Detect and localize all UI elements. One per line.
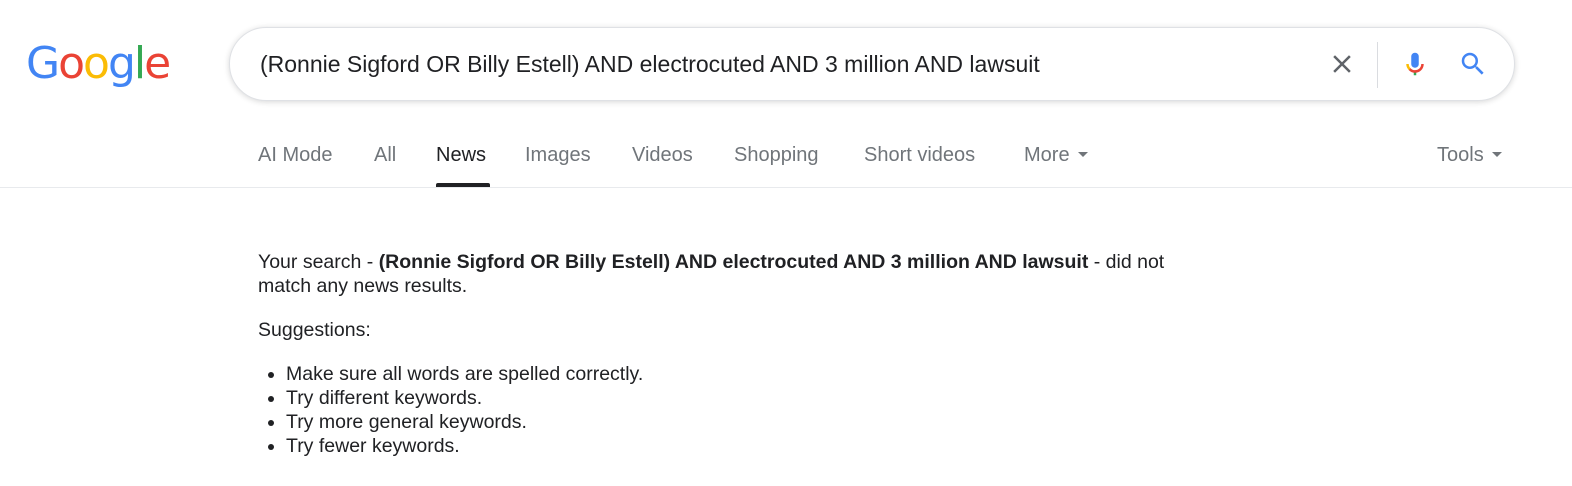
tab-short-videos[interactable]: Short videos [864,144,975,167]
logo-letter-5: l [133,38,146,89]
close-icon [1333,55,1351,73]
suggestion-item: Make sure all words are spelled correctl… [286,362,1198,386]
tab-ai-mode[interactable]: AI Mode [258,144,332,167]
suggestion-item: Try more general keywords. [286,410,1198,434]
suggestions-title: Suggestions: [258,319,371,341]
tab-all[interactable]: All [374,144,396,167]
google-logo[interactable]: Google [26,36,171,92]
search-icon [1461,52,1484,75]
chevron-down-icon [1077,151,1088,157]
logo-letter-6: e [144,38,171,89]
chevron-down-icon [1491,151,1502,157]
voice-search-button[interactable] [1393,42,1437,86]
logo-letter-4: g [107,38,136,89]
tab-videos[interactable]: Videos [632,144,693,167]
no-results-panel: Your search - (Ronnie Sigford OR Billy E… [258,250,1198,458]
suggestion-item: Try fewer keywords. [286,434,1198,458]
mic-icon [1406,52,1424,76]
logo-letter-2: o [58,38,85,89]
logo-letter-3: o [83,38,110,89]
tab-more-label: More [1024,144,1070,166]
message-prefix: Your search - [258,251,379,273]
tab-more[interactable]: More [1024,144,1088,167]
tab-images[interactable]: Images [525,144,591,167]
tab-shopping[interactable]: Shopping [734,144,819,167]
no-results-message: Your search - (Ronnie Sigford OR Billy E… [258,250,1198,298]
clear-search-button[interactable] [1320,42,1364,86]
header-divider [0,187,1572,188]
suggestions-list: Make sure all words are spelled correctl… [258,362,1198,458]
search-box [229,27,1515,101]
search-input[interactable] [260,28,1300,100]
tab-news[interactable]: News [436,144,486,167]
tools-label: Tools [1437,144,1484,166]
search-divider [1377,42,1378,88]
logo-letter-1: G [26,38,60,89]
page: Google AI Mode All News Imag [0,0,1572,486]
message-query: (Ronnie Sigford OR Billy Estell) AND ele… [378,251,1089,273]
search-button[interactable] [1451,42,1495,86]
tools-button[interactable]: Tools [1437,144,1502,167]
suggestion-item: Try different keywords. [286,386,1198,410]
search-tabs: AI Mode All News Images Videos Shopping … [0,130,1572,188]
